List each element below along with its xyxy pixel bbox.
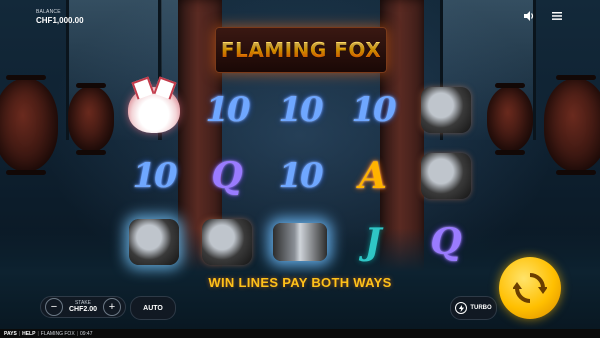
turbo-button[interactable]: TURBO <box>450 296 497 320</box>
reel-2: 10 Q <box>191 80 263 276</box>
symbol-ace: A <box>359 155 387 197</box>
tool-icon <box>129 219 179 265</box>
top-controls <box>523 10 563 22</box>
turbo-icon <box>455 302 468 314</box>
symbol-queen: Q <box>211 155 243 197</box>
balance-label: BALANCE <box>36 9 61 15</box>
clock: 09:47 <box>79 330 93 337</box>
help-link[interactable]: HELP <box>22 331 35 337</box>
auto-button[interactable]: AUTO <box>130 296 176 320</box>
lantern-right-large <box>544 75 600 175</box>
lantern-left-small <box>68 83 114 155</box>
logo-text: FLAMING FOX <box>220 38 382 62</box>
stake-increase-button[interactable]: + <box>102 298 121 316</box>
symbol-ten: 10 <box>351 90 396 130</box>
scroll-icon <box>273 223 327 261</box>
separator: | <box>18 330 21 337</box>
symbol-ten: 10 <box>205 90 250 130</box>
symbol-mask <box>118 80 190 140</box>
tool-icon <box>421 87 471 133</box>
pays-link[interactable]: PAYS <box>4 331 17 337</box>
fox-mask-icon <box>128 87 180 133</box>
lantern-right-small <box>487 83 533 155</box>
reel-4: 10 A J <box>337 80 409 276</box>
game-name: FLAMING FOX <box>40 330 75 337</box>
tool-icon <box>202 219 252 265</box>
game-logo: FLAMING FOX <box>215 27 387 73</box>
symbol-jack: J <box>364 221 382 263</box>
separator: | <box>76 330 78 337</box>
symbol-ten: 10 <box>278 90 323 130</box>
symbol-tool <box>410 80 482 140</box>
stake-value: CHF2.00 <box>68 306 97 313</box>
spin-button[interactable] <box>499 257 561 319</box>
stake-display: STAKE CHF2.00 <box>68 301 97 314</box>
reel-3: 10 10 <box>264 80 336 276</box>
tool-icon <box>421 153 471 199</box>
symbol-tool <box>118 212 190 272</box>
reel-5: Q <box>410 80 482 276</box>
symbol-tool <box>191 212 263 272</box>
stake-control: − STAKE CHF2.00 + <box>40 296 126 318</box>
stake-decrease-button[interactable]: − <box>45 298 63 316</box>
menu-icon[interactable] <box>551 10 563 22</box>
symbol-queen: Q <box>430 221 462 263</box>
balance-display: BALANCE CHF1,000.00 <box>36 9 84 25</box>
separator: | <box>37 330 39 337</box>
footer-bar: PAYS | HELP | FLAMING FOX | 09:47 <box>0 329 600 338</box>
reel-grid: 10 10 Q 10 10 10 A J Q <box>118 80 482 276</box>
turbo-label: TURBO <box>470 305 492 311</box>
sound-icon[interactable] <box>523 10 535 22</box>
symbol-tool <box>410 146 482 206</box>
symbol-ten: 10 <box>278 156 323 196</box>
spin-arrows-icon <box>513 273 547 303</box>
reel-1: 10 <box>118 80 190 276</box>
balance-value: CHF1,000.00 <box>36 16 84 25</box>
symbol-ten: 10 <box>132 156 177 196</box>
symbol-scroll <box>264 212 336 272</box>
lantern-left-large <box>0 75 58 175</box>
